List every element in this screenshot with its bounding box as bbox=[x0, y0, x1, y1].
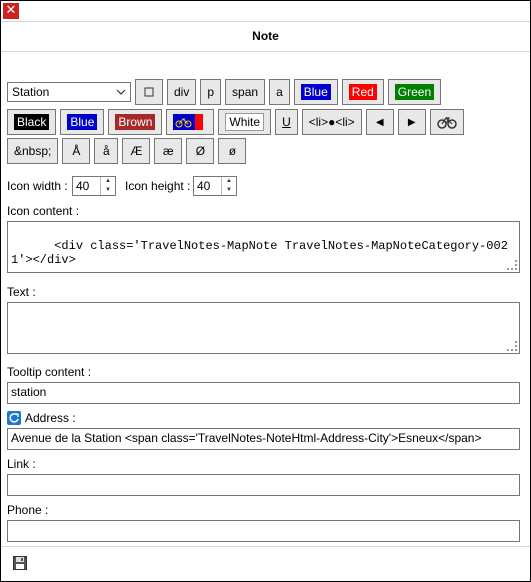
square-button[interactable] bbox=[135, 79, 163, 105]
dialog-title: Note bbox=[1, 22, 530, 52]
text-textarea[interactable] bbox=[7, 302, 520, 354]
bike-button[interactable] bbox=[429, 109, 464, 135]
red-button[interactable]: Red bbox=[341, 79, 384, 105]
bike-flag-button[interactable] bbox=[166, 109, 215, 135]
toolbar-row-2: Black Blue Brown White U <li>●<li> ◀ ▶ bbox=[7, 109, 464, 135]
list-button[interactable]: <li>●<li> bbox=[301, 109, 362, 135]
a-button[interactable]: a bbox=[269, 79, 290, 105]
black-button[interactable]: Black bbox=[7, 109, 57, 135]
white-label: White bbox=[225, 113, 265, 131]
icon-content-label: Icon content : bbox=[7, 204, 80, 218]
text-label: Text : bbox=[7, 285, 36, 299]
address-label: Address : bbox=[25, 411, 76, 425]
icon-height-value: 40 bbox=[197, 179, 211, 193]
ae-upper-button[interactable]: Æ bbox=[122, 138, 151, 164]
toolbar-row-3: &nbsp; Å å Æ æ Ø ø bbox=[7, 138, 247, 164]
a-ring-lower-button[interactable]: å bbox=[94, 138, 119, 164]
icon-width-stepper[interactable]: ▲ ▼ bbox=[100, 177, 115, 195]
bike-icon bbox=[436, 117, 457, 129]
stepper-up-icon[interactable]: ▲ bbox=[101, 177, 115, 186]
icon-height-stepper[interactable]: ▲ ▼ bbox=[221, 177, 236, 195]
square-icon bbox=[144, 87, 154, 97]
bike-flag-icon bbox=[173, 114, 204, 130]
o-slash-upper-button[interactable]: Ø bbox=[186, 138, 215, 164]
ae-lower-button[interactable]: æ bbox=[154, 138, 183, 164]
resize-handle-icon[interactable] bbox=[507, 260, 517, 270]
span-button[interactable]: span bbox=[225, 79, 266, 105]
A-ring-upper-button[interactable]: Å bbox=[62, 138, 91, 164]
link-label: Link : bbox=[7, 457, 36, 471]
blue-label: Blue bbox=[300, 84, 331, 100]
icon-content-value: <div class='TravelNotes-MapNote TravelNo… bbox=[11, 239, 508, 267]
arrow-left-button[interactable]: ◀ bbox=[365, 109, 394, 135]
save-icon[interactable] bbox=[13, 556, 27, 570]
stepper-down-icon[interactable]: ▼ bbox=[101, 186, 115, 195]
dropdown-chevron-icon bbox=[116, 89, 126, 95]
blue-bg-button[interactable]: Blue bbox=[60, 109, 105, 135]
resize-handle-icon[interactable] bbox=[507, 341, 517, 351]
address-value: Avenue de la Station <span class='Travel… bbox=[11, 431, 482, 445]
close-icon[interactable]: ✕ bbox=[3, 3, 19, 19]
refresh-icon[interactable] bbox=[7, 411, 21, 425]
nbsp-button[interactable]: &nbsp; bbox=[7, 138, 59, 164]
underline-button[interactable]: U bbox=[275, 109, 298, 135]
address-input[interactable]: Avenue de la Station <span class='Travel… bbox=[7, 428, 520, 450]
address-label-row: Address : bbox=[7, 411, 76, 425]
arrow-right-icon: ▶ bbox=[407, 116, 416, 128]
arrow-right-button[interactable]: ▶ bbox=[397, 109, 426, 135]
red-label: Red bbox=[348, 84, 377, 100]
icon-width-label: Icon width : bbox=[7, 179, 68, 193]
black-label: Black bbox=[14, 114, 50, 130]
arrow-left-icon: ◀ bbox=[375, 116, 384, 128]
category-select[interactable]: Station bbox=[7, 82, 131, 102]
icon-height-label: Icon height : bbox=[125, 179, 191, 193]
blue-bg-label: Blue bbox=[67, 114, 98, 130]
p-button[interactable]: p bbox=[200, 79, 222, 105]
green-label: Green bbox=[394, 84, 435, 100]
category-select-value: Station bbox=[12, 85, 50, 99]
white-button[interactable]: White bbox=[218, 109, 272, 135]
toolbar-row-1: Station div p span a Blue Red Green bbox=[7, 79, 442, 105]
div-button[interactable]: div bbox=[167, 79, 197, 105]
dialog-footer bbox=[1, 546, 530, 581]
phone-input[interactable] bbox=[7, 520, 520, 542]
o-slash-lower-button[interactable]: ø bbox=[218, 138, 247, 164]
brown-label: Brown bbox=[115, 114, 156, 130]
tooltip-value: station bbox=[11, 385, 47, 399]
tooltip-input[interactable]: station bbox=[7, 382, 520, 404]
tooltip-label: Tooltip content : bbox=[7, 365, 92, 379]
underline-label: U bbox=[282, 115, 291, 129]
green-button[interactable]: Green bbox=[387, 79, 442, 105]
link-input[interactable] bbox=[7, 474, 520, 496]
icon-height-input[interactable]: 40 ▲ ▼ bbox=[193, 176, 237, 196]
icon-width-value: 40 bbox=[76, 179, 90, 193]
phone-label: Phone : bbox=[7, 503, 49, 517]
note-dialog: ✕ Note Station div p span a Blue Red Gre… bbox=[0, 0, 531, 582]
brown-button[interactable]: Brown bbox=[108, 109, 163, 135]
blue-button[interactable]: Blue bbox=[293, 79, 338, 105]
icon-content-textarea[interactable]: <div class='TravelNotes-MapNote TravelNo… bbox=[7, 221, 520, 273]
icon-width-input[interactable]: 40 ▲ ▼ bbox=[72, 176, 116, 196]
stepper-up-icon[interactable]: ▲ bbox=[222, 177, 236, 186]
dialog-topbar: ✕ bbox=[1, 1, 530, 22]
stepper-down-icon[interactable]: ▼ bbox=[222, 186, 236, 195]
